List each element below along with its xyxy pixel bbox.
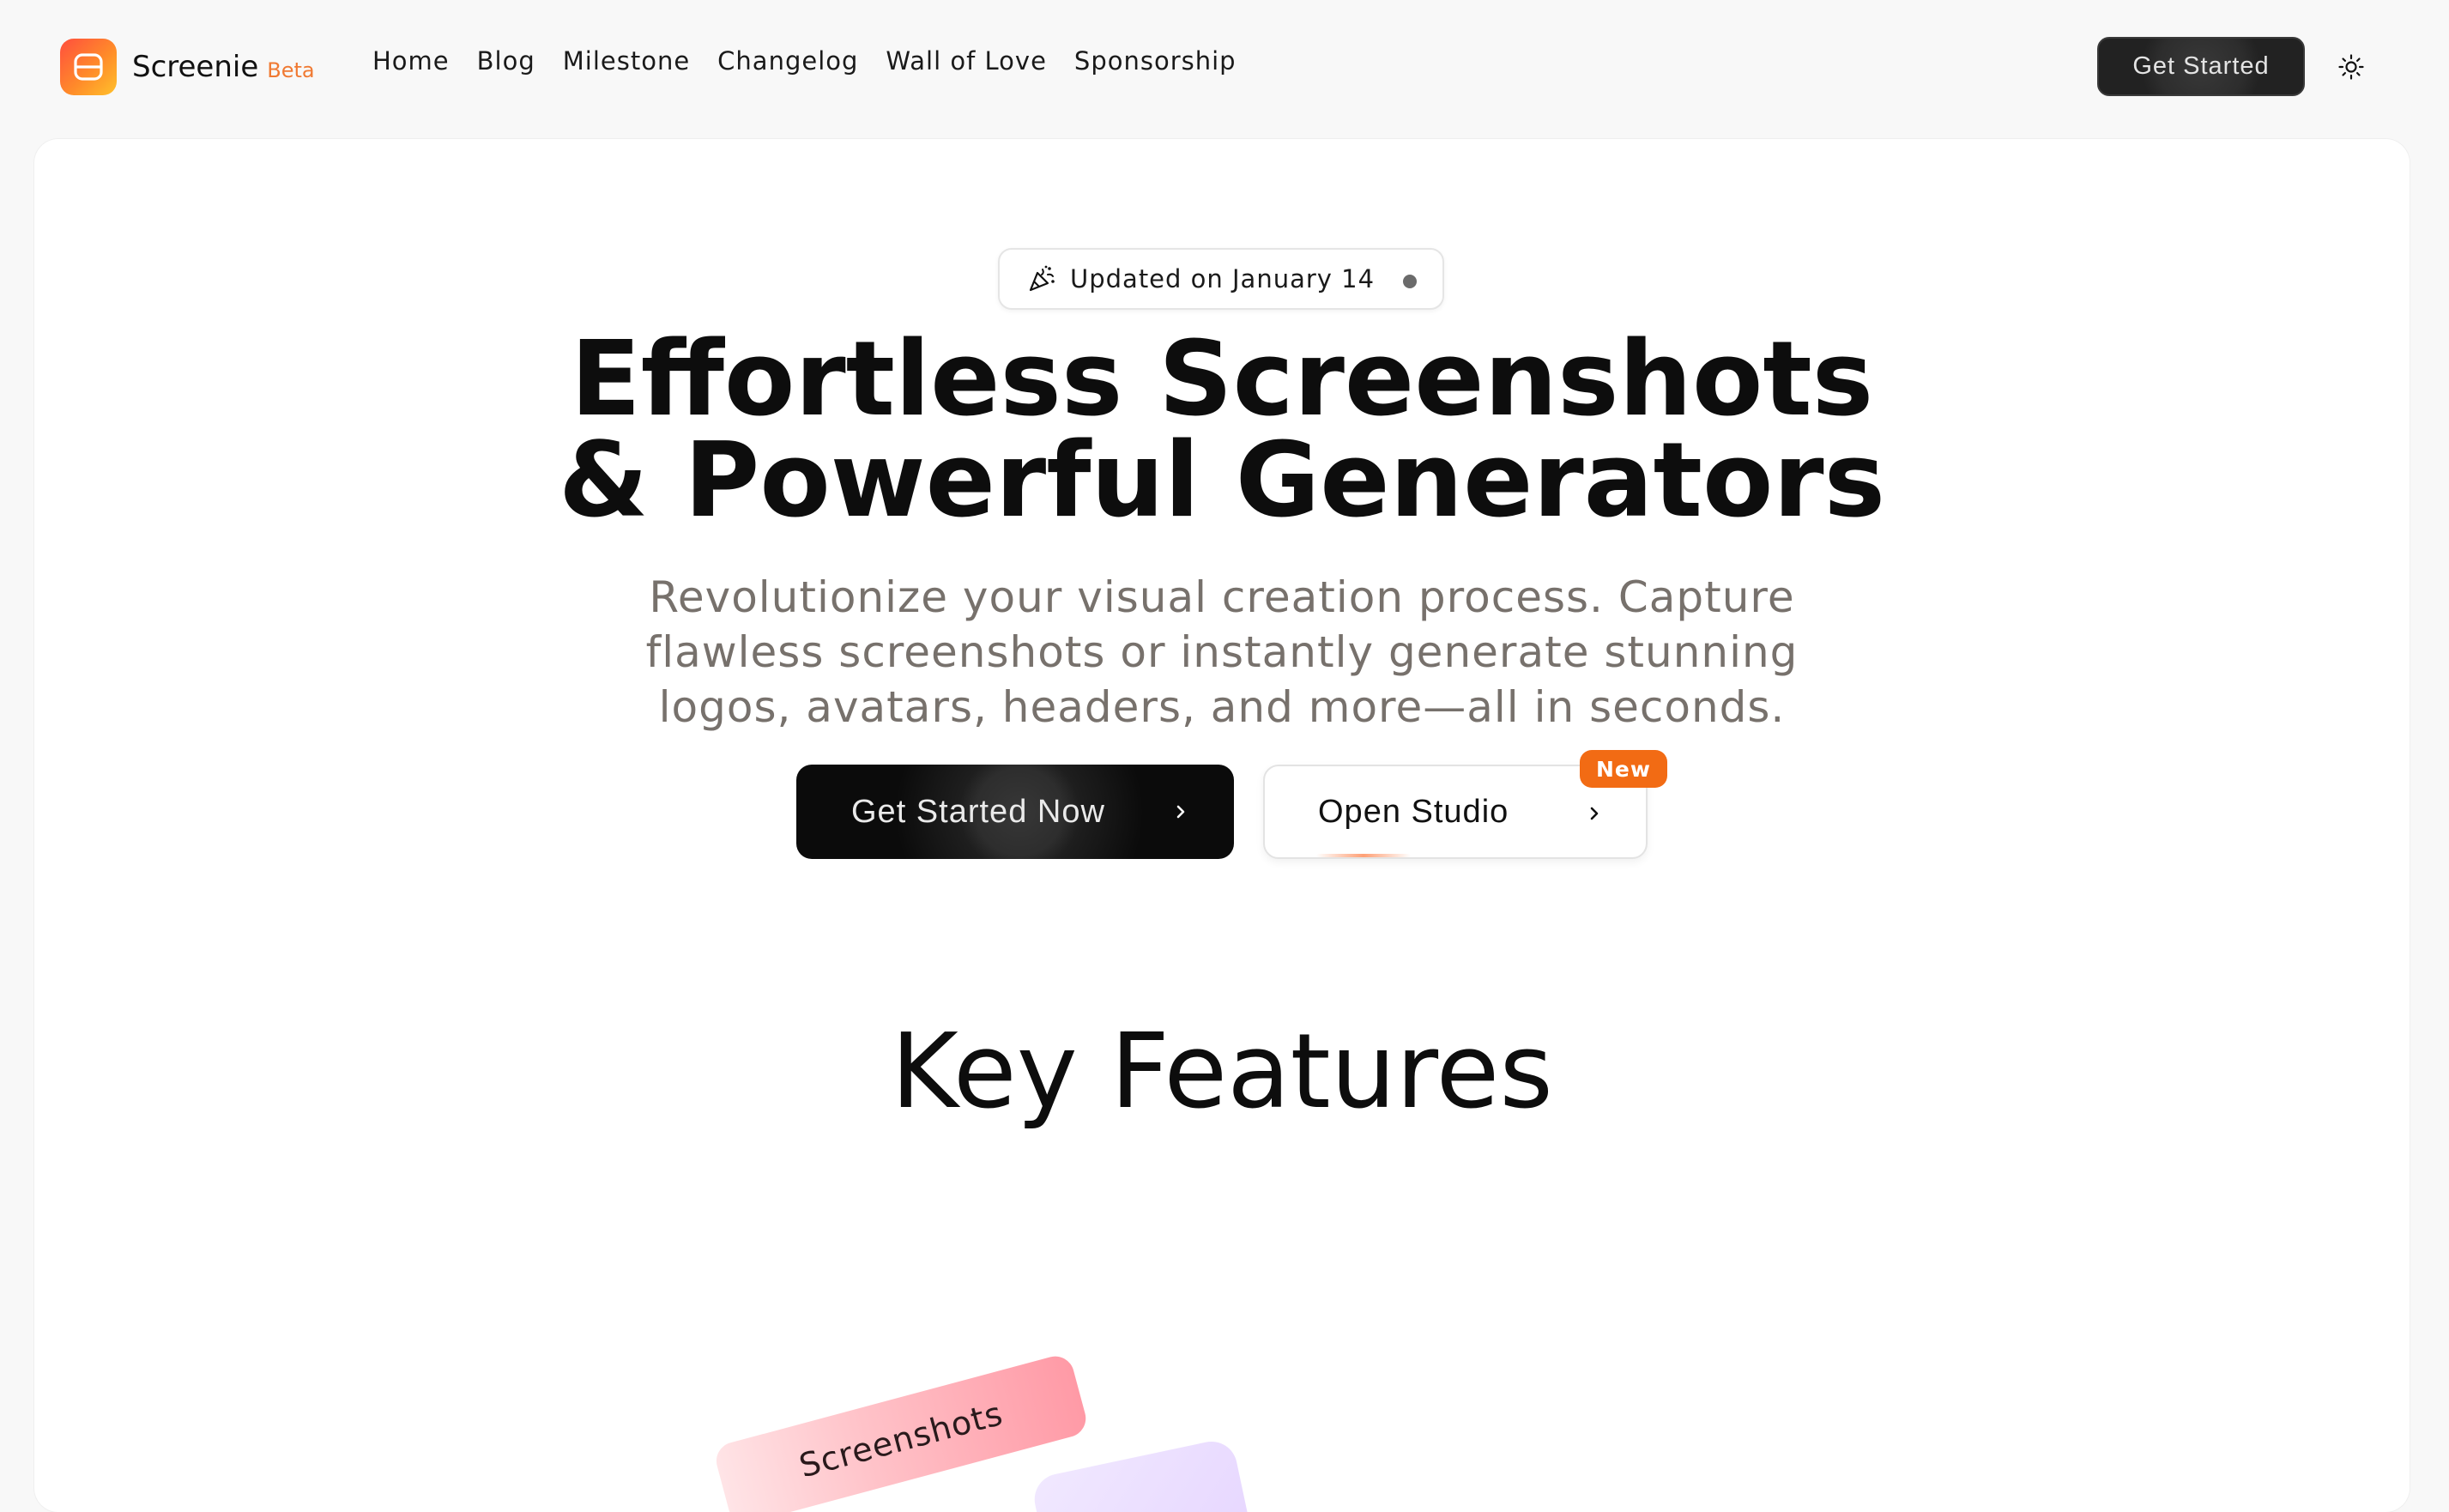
get-started-button[interactable]: Get Started xyxy=(2097,37,2305,96)
beta-tag: Beta xyxy=(267,58,315,82)
feature-tag-screenshots: Screenshots xyxy=(712,1352,1091,1512)
get-started-label: Get Started xyxy=(2132,52,2270,80)
chevron-right-icon xyxy=(1590,807,1599,820)
top-navigation: Screenie Beta Home Blog Milestone Change… xyxy=(0,0,2449,134)
nav-link-changelog[interactable]: Changelog xyxy=(717,46,858,76)
chevron-right-icon xyxy=(1176,805,1185,819)
update-badge[interactable]: Updated on January 14 xyxy=(998,248,1444,310)
hero-headline: Effortless Screenshots & Powerful Genera… xyxy=(34,320,2410,541)
open-studio-label: Open Studio xyxy=(1318,793,1509,830)
status-dot xyxy=(1403,275,1417,288)
main-card: Updated on January 14 Effortless Screens… xyxy=(34,139,2410,1512)
feature-tag-label: Screenshots xyxy=(795,1394,1007,1485)
new-badge: New xyxy=(1580,750,1667,788)
get-started-now-button[interactable]: Get Started Now xyxy=(796,765,1234,859)
brand-name: Screenie xyxy=(132,50,259,84)
headline-line-2: & Powerful Generators xyxy=(558,421,1886,541)
feature-tag-decoration xyxy=(1030,1436,1253,1512)
screenie-logo-icon xyxy=(60,39,117,95)
nav-links: Home Blog Milestone Changelog Wall of Lo… xyxy=(372,46,1237,76)
theme-toggle-button[interactable] xyxy=(2336,51,2367,82)
hero-subheadline: Revolutionize your visual creation proce… xyxy=(645,572,1799,732)
brand-link[interactable]: Screenie Beta xyxy=(60,39,315,95)
nav-link-sponsorship[interactable]: Sponsorship xyxy=(1074,46,1237,76)
get-started-now-label: Get Started Now xyxy=(851,793,1105,830)
nav-link-blog[interactable]: Blog xyxy=(477,46,535,76)
nav-link-wall-of-love[interactable]: Wall of Love xyxy=(886,46,1047,76)
nav-link-home[interactable]: Home xyxy=(372,46,450,76)
party-popper-icon xyxy=(1029,265,1055,292)
headline-line-1: Effortless Screenshots xyxy=(570,320,1874,439)
sun-icon xyxy=(2338,54,2364,80)
button-glow-accent xyxy=(1316,854,1411,857)
key-features-title: Key Features xyxy=(891,1013,1553,1132)
update-badge-text: Updated on January 14 xyxy=(1070,264,1376,293)
nav-link-milestone[interactable]: Milestone xyxy=(563,46,690,76)
